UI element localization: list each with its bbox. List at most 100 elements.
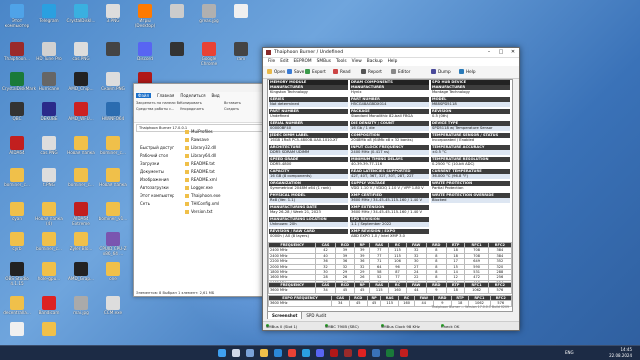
desktop-icon[interactable]: CrystalDiskI... (66, 4, 96, 24)
toolbar-dump-button[interactable]: Dump (431, 68, 451, 76)
afterburner-icon[interactable] (330, 349, 338, 357)
file-item[interactable]: Version.txt (184, 208, 272, 216)
desktop-icon[interactable]: cyrb (2, 232, 32, 252)
file-item[interactable]: Library64.dll (184, 152, 272, 160)
desktop-icon[interactable]: ram (226, 42, 256, 62)
desktop-icon[interactable]: bominer_c... (66, 168, 96, 188)
explorer-tab-3[interactable]: Вид (211, 93, 219, 98)
explorer-tab-2[interactable]: Поделиться (180, 93, 205, 98)
desktop-icon[interactable] (226, 4, 256, 19)
menu-item[interactable]: Help (388, 58, 398, 66)
file-explorer-icon[interactable] (260, 349, 268, 357)
thaiphoon-window[interactable]: Thaiphoon Burner / Undefined – □ ✕ File E… (262, 47, 520, 331)
desktop-icon[interactable] (2, 322, 32, 337)
desktop-icon[interactable]: Этот компьютер (2, 4, 32, 28)
menu-item[interactable]: Tools (336, 58, 347, 66)
toolbar-editor-button[interactable]: Editor (391, 68, 410, 76)
start-icon[interactable] (218, 349, 226, 357)
desktop-icon[interactable]: Hurricane (34, 72, 64, 92)
desktop-icon[interactable] (34, 322, 64, 337)
desktop-icon[interactable]: CCM.exe (98, 296, 128, 316)
menu-item[interactable]: Edit (280, 58, 288, 66)
menu-item[interactable]: File (268, 58, 275, 66)
task-view-icon[interactable] (246, 349, 254, 357)
file-item[interactable]: README.txt (184, 168, 272, 176)
desktop-icon[interactable]: HWiNFO64 (98, 102, 128, 122)
desktop-icon[interactable] (162, 4, 192, 19)
desktop-icon[interactable]: 3.PNG (98, 4, 128, 24)
explorer-tab-1[interactable]: Главная (157, 93, 174, 98)
bandicam-icon[interactable] (358, 349, 366, 357)
desktop-icon[interactable]: Скайп.PNG (98, 72, 128, 92)
clock-date[interactable]: 22.08.2024 (600, 353, 632, 358)
explorer-titlebar[interactable] (134, 84, 274, 92)
bottom-tab[interactable]: SPD Audit (302, 312, 330, 319)
file-item[interactable]: Logger.exe (184, 184, 272, 192)
telegram-icon[interactable] (302, 349, 310, 357)
desktop-icon[interactable]: hole-gpu... (34, 262, 64, 282)
edge-icon[interactable] (274, 349, 282, 357)
clock-time[interactable]: 14:45 (600, 347, 632, 352)
desktop-icon[interactable]: bominer_c... (2, 168, 32, 188)
file-item[interactable]: Library32.dll (184, 144, 272, 152)
desktop-icon[interactable]: cas.PNG (66, 42, 96, 62)
desktop-icon[interactable]: Telegram (34, 4, 64, 24)
maximize-icon[interactable]: □ (495, 48, 507, 57)
file-item[interactable]: MuiProfiles (184, 128, 272, 136)
desktop-icon[interactable]: CrystalDiskMark (2, 72, 36, 92)
explorer-tab-0[interactable]: Файл (136, 93, 152, 98)
search-icon[interactable] (232, 349, 240, 357)
toolbar-report-button[interactable]: Report (361, 68, 382, 76)
desktop-icon[interactable]: AMD_Chip... (66, 72, 96, 92)
nav-item[interactable]: Быстрый доступ (134, 144, 174, 152)
desktop-icon[interactable]: Новая папка (66, 136, 96, 156)
menu-item[interactable]: SMBus (317, 58, 331, 66)
nav-item[interactable]: Сеть (134, 200, 174, 208)
file-item[interactable]: README.xml (184, 176, 272, 184)
file-item[interactable]: Thaiphoon.exe (184, 192, 272, 200)
menu-item[interactable]: Backup (367, 58, 383, 66)
desktop-icon[interactable]: mai.jpg (66, 296, 96, 316)
desktop-icon[interactable] (98, 42, 128, 57)
ribbon-command[interactable]: Средства работы с... (136, 107, 180, 111)
toolbar-save-button[interactable]: Save (287, 68, 304, 76)
nav-item[interactable]: Рабочий стол (134, 152, 174, 160)
file-item[interactable]: THIConfig.xml (184, 200, 272, 208)
toolbar-open-button[interactable]: Open (267, 68, 285, 76)
menu-item[interactable]: EEPROM (294, 58, 312, 66)
nav-item[interactable]: Автозагрузки (134, 184, 174, 192)
nav-item[interactable]: Загрузки (134, 160, 174, 168)
language-indicator[interactable]: ENG (565, 350, 574, 355)
bottom-tab[interactable]: Screenshot (267, 311, 303, 319)
desktop-icon[interactable]: AIDA64 (2, 136, 32, 156)
desktop-icon[interactable]: OBS Studio 4.1.15 (2, 262, 32, 286)
desktop-icon[interactable]: bominer_v1... (98, 202, 128, 222)
desktop-icon[interactable]: cyan (2, 202, 32, 222)
file-item[interactable]: README.txt (184, 160, 272, 168)
desktop-icon[interactable]: Thaiphoon... (2, 42, 32, 62)
toolbar-export-button[interactable]: Export (305, 68, 326, 76)
discord-icon[interactable] (316, 349, 324, 357)
nav-item[interactable]: Этот компьютер (134, 192, 174, 200)
desktop-icon[interactable]: decentralla... (2, 296, 32, 316)
toolbar-help-button[interactable]: Help (459, 68, 476, 76)
file-item[interactable]: Rawsave (184, 136, 272, 144)
desktop-icon[interactable]: Bandicam (34, 296, 64, 316)
desktop-icon[interactable]: AIDA64 Extreme (66, 202, 96, 226)
menu-item[interactable]: View (352, 58, 362, 66)
desktop-icon[interactable]: one (98, 262, 128, 282)
desktop-icon[interactable]: Google Chrome (194, 42, 224, 66)
desktop-icon[interactable]: AMD_WFU... (66, 102, 96, 122)
nav-item[interactable]: Изображения (134, 176, 174, 184)
desktop-icon[interactable]: Новая папка (98, 168, 128, 188)
ribbon-command[interactable]: Копировать (180, 101, 224, 105)
desktop-icon[interactable]: HD Tune Pro (34, 42, 64, 62)
desktop-icon[interactable]: QBC (2, 102, 32, 122)
desktop-icon[interactable]: Игры (Desktop) (130, 4, 160, 28)
desktop-icon[interactable]: Discord (130, 42, 160, 62)
ribbon-command[interactable]: Закрепить на панели быстрого доступа (136, 101, 180, 105)
steam-icon[interactable] (372, 349, 380, 357)
desktop-icon[interactable]: cas.PNG (34, 136, 64, 156)
ribbon-command[interactable]: Упорядочить (180, 107, 224, 111)
close-icon[interactable]: ✕ (507, 48, 519, 57)
